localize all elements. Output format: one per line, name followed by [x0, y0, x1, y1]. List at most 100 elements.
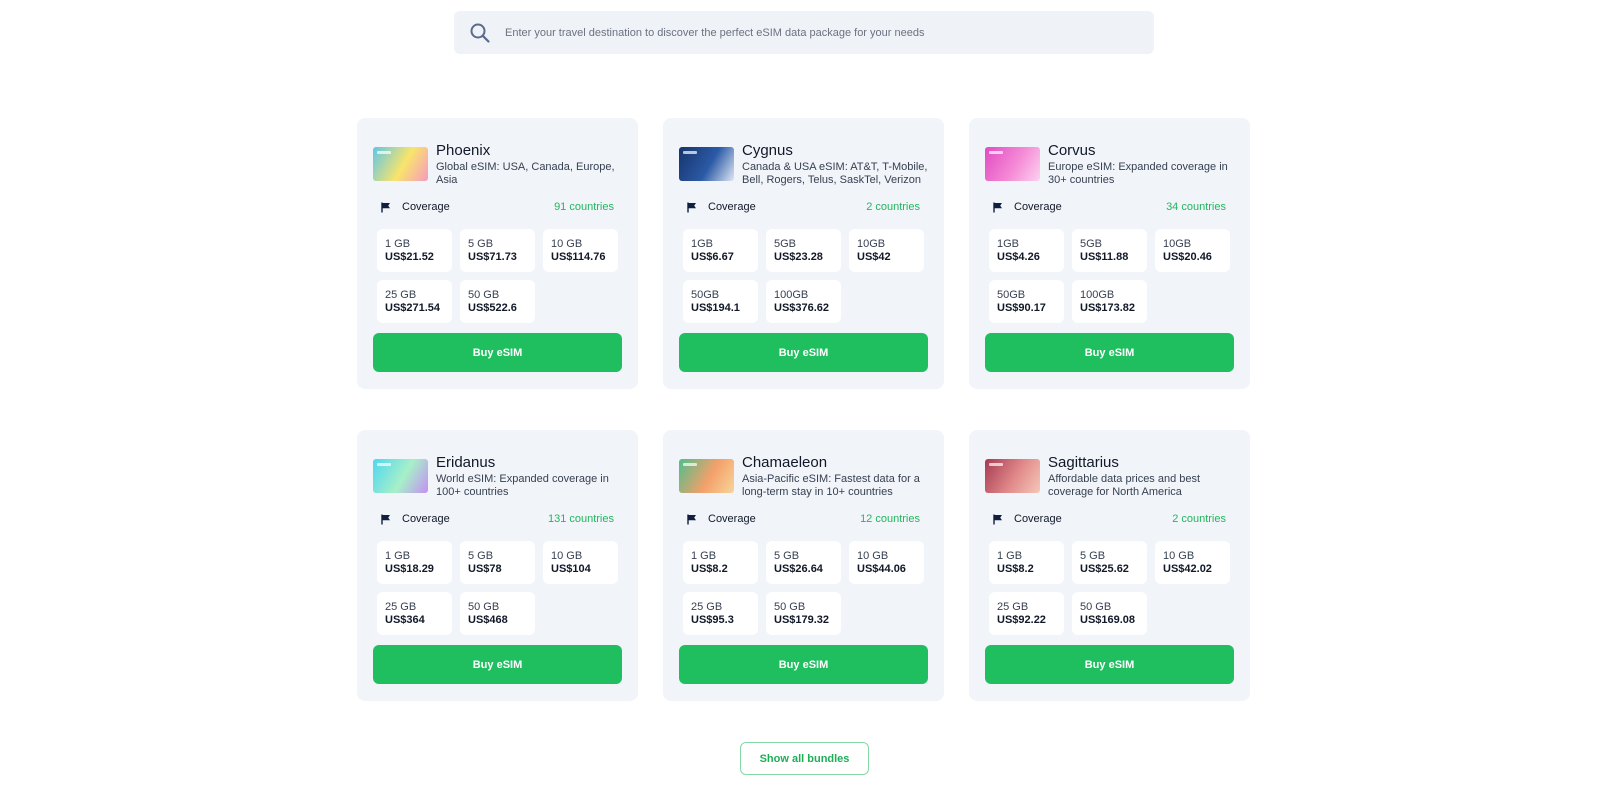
plan-size: 10 GB [857, 550, 889, 562]
search-input[interactable] [505, 11, 1154, 54]
plan-option[interactable]: 10GB US$42 [849, 229, 924, 272]
plan-option[interactable]: 10 GB US$44.06 [849, 541, 924, 584]
bundle-card-sagittarius: Sagittarius Affordable data prices and b… [969, 430, 1250, 701]
plan-option[interactable]: 5 GB US$78 [460, 541, 535, 584]
card-header: Chamaeleon Asia-Pacific eSIM: Fastest da… [679, 444, 928, 500]
plan-size: 50 GB [1080, 601, 1112, 613]
plan-list: 1 GB US$21.52 5 GB US$71.73 10 GB US$114.76 25… [373, 229, 622, 323]
card-header: Cygnus Canada & USA eSIM: AT&T, T-Mobile… [679, 132, 928, 188]
plan-option[interactable]: 10 GB US$114.76 [543, 229, 618, 272]
card-text: Eridanus World eSIM: Expanded coverage i… [436, 444, 622, 499]
plan-price: US$18.29 [385, 563, 434, 575]
plan-size: 1GB [997, 238, 1020, 250]
plan-option[interactable]: 10 GB US$42.02 [1155, 541, 1230, 584]
coverage-label: Coverage [402, 513, 450, 525]
card-text: Corvus Europe eSIM: Expanded coverage in… [1048, 132, 1234, 187]
esim-card-image [373, 147, 428, 181]
plan-option[interactable]: 25 GB US$364 [377, 592, 452, 635]
coverage-count[interactable]: 34 countries [1166, 201, 1226, 213]
plan-price: US$8.2 [691, 563, 728, 575]
plan-option[interactable]: 5 GB US$71.73 [460, 229, 535, 272]
coverage-count[interactable]: 91 countries [554, 201, 614, 213]
plan-price: US$21.52 [385, 251, 434, 263]
coverage-label: Coverage [708, 201, 756, 213]
coverage-count[interactable]: 2 countries [1172, 513, 1226, 525]
flag-icon [993, 202, 1003, 213]
bundle-description: Affordable data prices and best coverage… [1048, 473, 1201, 498]
plan-list: 1 GB US$18.29 5 GB US$78 10 GB US$104 25 GB US$… [373, 541, 622, 635]
plan-option[interactable]: 5GB US$23.28 [766, 229, 841, 272]
coverage-row: Coverage 12 countries [679, 510, 928, 528]
plan-option[interactable]: 10 GB US$104 [543, 541, 618, 584]
plan-size: 50 GB [468, 601, 500, 613]
plan-option[interactable]: 1 GB US$21.52 [377, 229, 452, 272]
buy-esim-button[interactable]: Buy eSIM [679, 333, 928, 372]
plan-size: 10 GB [551, 238, 583, 250]
card-header: Corvus Europe eSIM: Expanded coverage in… [985, 132, 1234, 188]
plan-option[interactable]: 1GB US$6.67 [683, 229, 758, 272]
plan-option[interactable]: 25 GB US$271.54 [377, 280, 452, 323]
plan-size: 5GB [1080, 238, 1103, 250]
plan-option[interactable]: 10GB US$20.46 [1155, 229, 1230, 272]
plan-option[interactable]: 50 GB US$522.6 [460, 280, 535, 323]
coverage-label: Coverage [708, 513, 756, 525]
search-bar[interactable] [454, 11, 1154, 54]
plan-option[interactable]: 100GB US$173.82 [1072, 280, 1147, 323]
plan-option[interactable]: 50GB US$90.17 [989, 280, 1064, 323]
plan-price: US$104 [551, 563, 591, 575]
plan-size: 5 GB [468, 550, 494, 562]
card-text: Phoenix Global eSIM: USA, Canada, Europe… [436, 132, 622, 187]
plan-price: US$11.88 [1080, 251, 1129, 263]
buy-esim-button[interactable]: Buy eSIM [373, 333, 622, 372]
plan-option[interactable]: 25 GB US$95.3 [683, 592, 758, 635]
plan-list: 1GB US$6.67 5GB US$23.28 10GB US$42 50GB US$194… [679, 229, 928, 323]
plan-option[interactable]: 1 GB US$8.2 [683, 541, 758, 584]
coverage-row: Coverage 131 countries [373, 510, 622, 528]
card-text: Sagittarius Affordable data prices and b… [1048, 444, 1234, 499]
plan-option[interactable]: 50 GB US$169.08 [1072, 592, 1147, 635]
coverage-count[interactable]: 131 countries [548, 513, 614, 525]
plan-option[interactable]: 50 GB US$179.32 [766, 592, 841, 635]
buy-esim-button[interactable]: Buy eSIM [985, 645, 1234, 684]
plan-option[interactable]: 1GB US$4.26 [989, 229, 1064, 272]
plan-option[interactable]: 5 GB US$26.64 [766, 541, 841, 584]
plan-size: 1 GB [997, 550, 1023, 562]
plan-price: US$26.64 [774, 563, 823, 575]
plan-option[interactable]: 1 GB US$18.29 [377, 541, 452, 584]
plan-price: US$78 [468, 563, 502, 575]
plan-size: 5GB [774, 238, 797, 250]
bundle-title: Phoenix [436, 142, 491, 159]
flag-icon [381, 202, 391, 213]
plan-size: 50GB [691, 289, 720, 301]
coverage-count[interactable]: 2 countries [866, 201, 920, 213]
plan-price: US$23.28 [774, 251, 823, 263]
plan-price: US$468 [468, 614, 508, 626]
plan-size: 10 GB [551, 550, 583, 562]
plan-price: US$92.22 [997, 614, 1046, 626]
coverage-count[interactable]: 12 countries [860, 513, 920, 525]
plan-price: US$42 [857, 251, 891, 263]
plan-option[interactable]: 5GB US$11.88 [1072, 229, 1147, 272]
flag-icon [993, 514, 1003, 525]
plan-option[interactable]: 50GB US$194.1 [683, 280, 758, 323]
plan-price: US$42.02 [1163, 563, 1212, 575]
plan-price: US$376.62 [774, 302, 830, 314]
plan-size: 5 GB [1080, 550, 1106, 562]
plan-price: US$8.2 [997, 563, 1034, 575]
card-header: Eridanus World eSIM: Expanded coverage i… [373, 444, 622, 500]
buy-esim-button[interactable]: Buy eSIM [985, 333, 1234, 372]
bundle-card-chamaeleon: Chamaeleon Asia-Pacific eSIM: Fastest da… [663, 430, 944, 701]
plan-option[interactable]: 50 GB US$468 [460, 592, 535, 635]
card-text: Cygnus Canada & USA eSIM: AT&T, T-Mobile… [742, 132, 928, 187]
buy-esim-button[interactable]: Buy eSIM [679, 645, 928, 684]
plan-option[interactable]: 1 GB US$8.2 [989, 541, 1064, 584]
plan-size: 10 GB [1163, 550, 1195, 562]
show-all-bundles-button[interactable]: Show all bundles [740, 742, 869, 775]
bundle-title: Corvus [1048, 142, 1096, 159]
plan-price: US$179.32 [774, 614, 830, 626]
plan-size: 25 GB [997, 601, 1029, 613]
plan-option[interactable]: 5 GB US$25.62 [1072, 541, 1147, 584]
buy-esim-button[interactable]: Buy eSIM [373, 645, 622, 684]
plan-option[interactable]: 100GB US$376.62 [766, 280, 841, 323]
plan-option[interactable]: 25 GB US$92.22 [989, 592, 1064, 635]
